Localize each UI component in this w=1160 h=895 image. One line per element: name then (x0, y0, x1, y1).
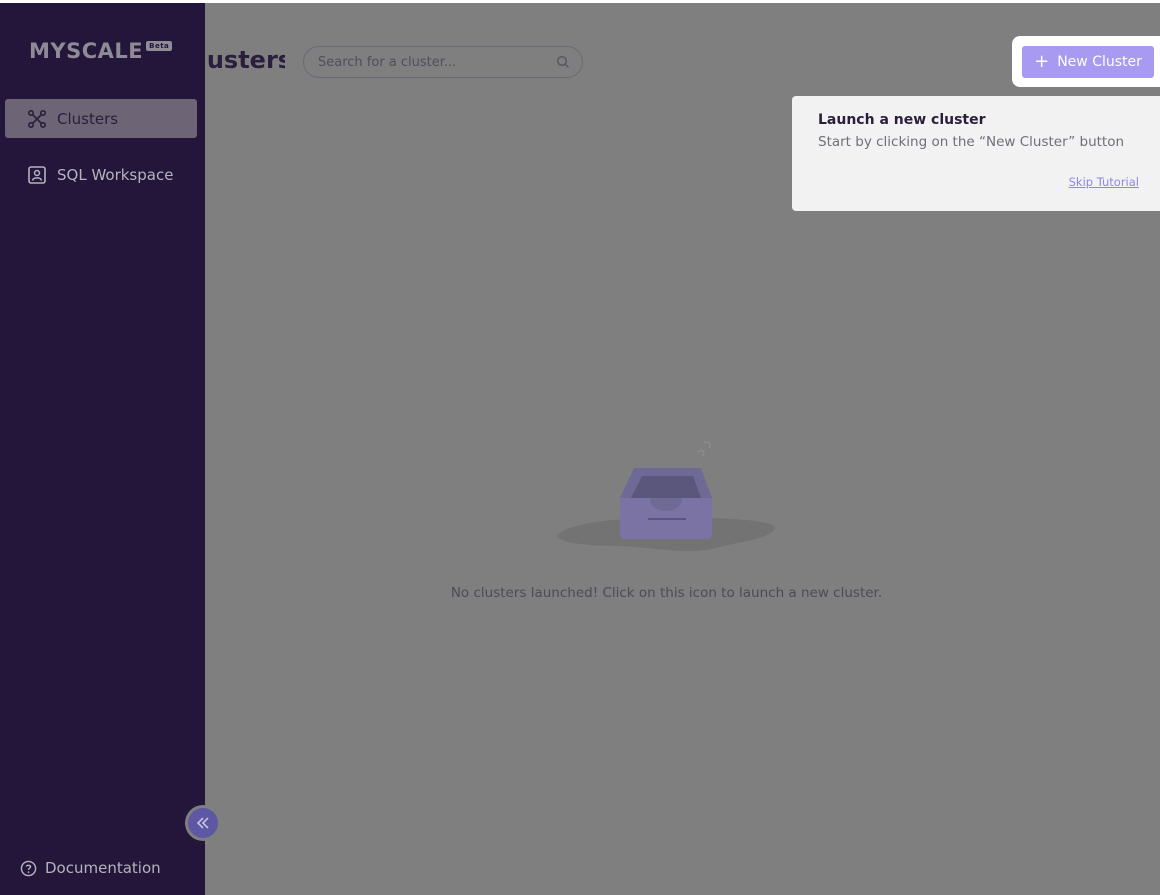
help-circle-icon (20, 860, 37, 877)
search-box[interactable] (303, 46, 583, 78)
cluster-icon (27, 109, 47, 129)
search-input[interactable] (316, 53, 556, 71)
double-chevron-left-icon (188, 808, 218, 838)
plus-icon: + (1034, 51, 1050, 72)
skip-tutorial-link[interactable]: Skip Tutorial (1069, 175, 1139, 189)
new-cluster-label: New Cluster (1057, 54, 1142, 70)
tutorial-body: Start by clicking on the “New Cluster” b… (818, 134, 1125, 150)
new-cluster-button[interactable]: + New Cluster (1022, 46, 1154, 78)
beta-badge: Beta (146, 41, 173, 51)
empty-state-message: No clusters launched! Click on this icon… (450, 585, 883, 601)
page-title: Clusters (205, 46, 285, 74)
sidebar-item-label: Clusters (57, 109, 119, 128)
sidebar-item-clusters[interactable]: Clusters (5, 99, 197, 138)
empty-inbox-icon[interactable] (556, 438, 778, 570)
sidebar: MYSCALE Beta Clusters SQL Workspace Docu… (0, 3, 205, 895)
collapse-sidebar-button[interactable] (185, 805, 221, 841)
tutorial-popover: Launch a new cluster Start by clicking o… (792, 96, 1160, 211)
documentation-label: Documentation (45, 859, 161, 877)
sidebar-item-label: SQL Workspace (57, 165, 174, 184)
logo-text: MYSCALE (29, 39, 144, 63)
sql-workspace-icon (27, 165, 47, 185)
logo[interactable]: MYSCALE Beta (29, 39, 173, 63)
page-title-text: Clusters (205, 46, 285, 74)
sidebar-item-sql-workspace[interactable]: SQL Workspace (5, 155, 197, 194)
tutorial-title: Launch a new cluster (818, 112, 986, 128)
search-icon[interactable] (556, 55, 570, 69)
app-page: MYSCALE Beta Clusters SQL Workspace Docu… (0, 0, 1160, 895)
documentation-link[interactable]: Documentation (20, 859, 161, 877)
